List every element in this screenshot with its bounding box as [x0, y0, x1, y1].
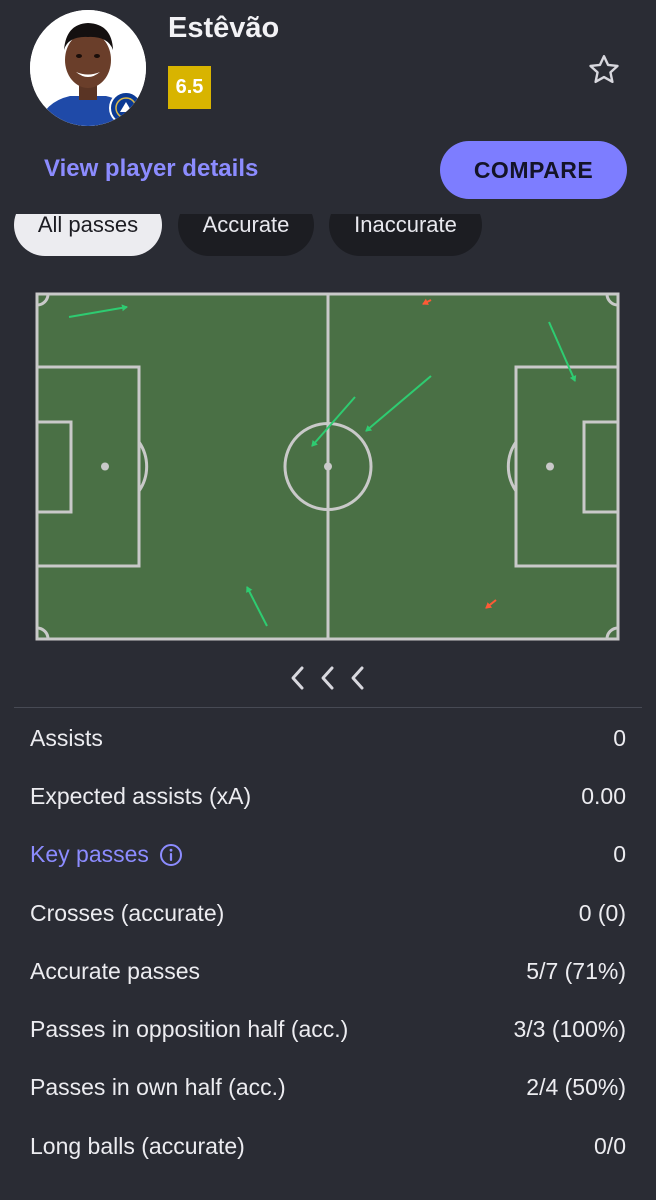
chip-label: Accurate: [202, 214, 290, 237]
stat-value: 0/0: [594, 1132, 626, 1159]
divider: [14, 707, 642, 708]
stat-row-assists: Assists 0: [0, 709, 656, 767]
stat-label: Assists: [30, 724, 103, 751]
chevron-left-icon[interactable]: [290, 665, 306, 691]
stat-row-crosses: Crosses (accurate) 0 (0): [0, 884, 656, 942]
stat-label: Accurate passes: [30, 957, 201, 984]
stat-label: Passes in own half (acc.): [30, 1074, 286, 1101]
pass-map: [34, 290, 622, 644]
stat-label: Key passes: [30, 841, 149, 868]
player-name: Estêvão: [168, 12, 280, 44]
chip-inaccurate[interactable]: Inaccurate: [329, 214, 482, 256]
compare-button[interactable]: COMPARE: [440, 141, 627, 199]
chip-label: All passes: [37, 214, 139, 237]
stat-row-accurate-passes: Accurate passes 5/7 (71%): [0, 942, 656, 1000]
chevron-left-icon[interactable]: [320, 665, 336, 691]
stat-label: Long balls (accurate): [30, 1132, 245, 1159]
stat-row-own-half: Passes in own half (acc.) 2/4 (50%): [0, 1059, 656, 1117]
stat-value: 2/4 (50%): [526, 1074, 626, 1101]
stat-row-expected-assists: Expected assists (xA) 0.00: [0, 767, 656, 825]
info-circle-icon[interactable]: [159, 843, 183, 867]
view-player-details-link[interactable]: View player details: [44, 155, 258, 183]
left-penalty-spot: [101, 462, 109, 471]
club-crest-icon: [109, 91, 143, 125]
player-avatar: [30, 10, 146, 126]
chip-accurate[interactable]: Accurate: [178, 214, 314, 256]
rating-badge: 6.5: [168, 66, 211, 109]
stat-label: Passes in opposition half (acc.): [30, 1016, 349, 1043]
key-passes-link[interactable]: Key passes: [30, 841, 183, 868]
chevron-left-icon[interactable]: [350, 665, 366, 691]
passing-stats-list: Assists 0 Expected assists (xA) 0.00 Key…: [0, 709, 656, 1175]
stat-row-long-balls: Long balls (accurate) 0/0: [0, 1117, 656, 1175]
stat-value: 0: [613, 841, 626, 868]
center-spot: [324, 462, 332, 471]
chip-label: Inaccurate: [354, 214, 457, 237]
star-outline-icon: [589, 55, 619, 84]
stat-label: Crosses (accurate): [30, 899, 225, 926]
pass-filter-chips: All passes Accurate Inaccurate: [0, 214, 656, 260]
stat-value: 5/7 (71%): [526, 957, 626, 984]
stat-row-opposition-half: Passes in opposition half (acc.) 3/3 (10…: [0, 1000, 656, 1058]
pass-map-pager[interactable]: [290, 664, 366, 692]
stat-value: 3/3 (100%): [513, 1016, 626, 1043]
right-penalty-spot: [546, 462, 554, 471]
stat-label: Expected assists (xA): [30, 782, 252, 809]
stat-value: 0 (0): [578, 899, 626, 926]
chip-all-passes[interactable]: All passes: [14, 214, 162, 256]
favorite-button[interactable]: [584, 50, 624, 90]
stat-value: 0.00: [581, 782, 626, 809]
stat-row-key-passes[interactable]: Key passes 0: [0, 826, 656, 884]
stat-value: 0: [613, 724, 626, 751]
